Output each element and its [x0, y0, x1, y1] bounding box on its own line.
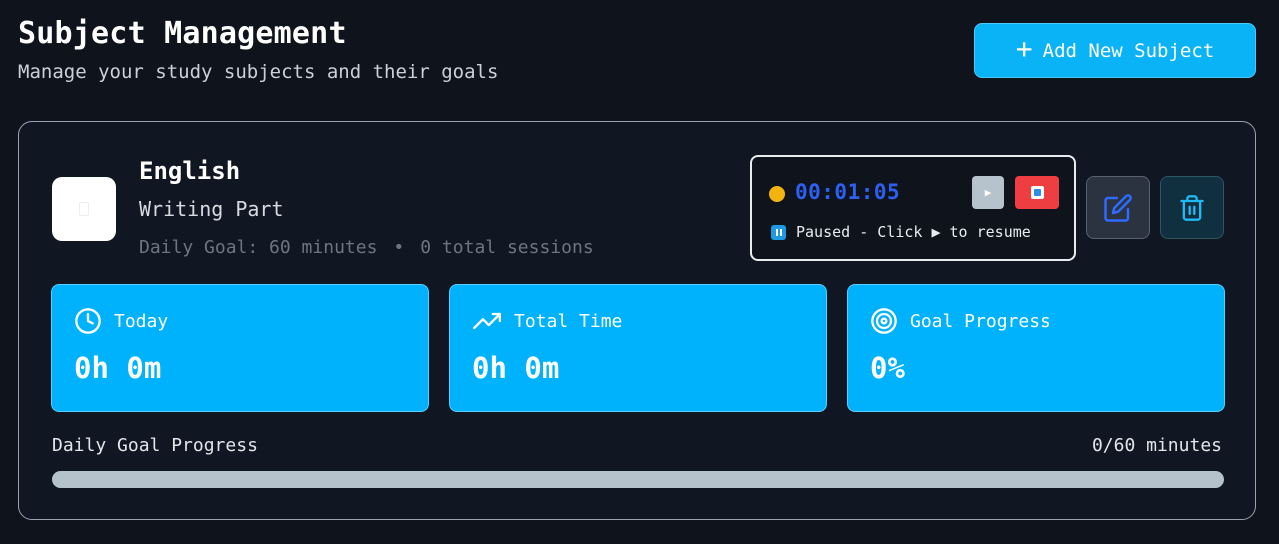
book-icon	[79, 202, 89, 216]
stat-card-goal-progress: Goal Progress 0%	[847, 284, 1225, 412]
subject-name: English	[139, 157, 241, 185]
pause-icon	[771, 224, 786, 240]
daily-goal-progress-bar	[52, 471, 1224, 488]
play-icon: ▶	[984, 186, 992, 199]
subject-icon	[52, 177, 116, 241]
timer-stop-button[interactable]	[1015, 176, 1059, 209]
add-new-subject-label: Add New Subject	[1042, 39, 1215, 62]
clock-icon	[75, 308, 101, 334]
edit-subject-button[interactable]	[1086, 176, 1150, 239]
stat-value-goal-progress: 0%	[870, 351, 905, 385]
daily-goal-progress-count: 0/60 minutes	[1091, 435, 1222, 456]
daily-goal-progress-label: Daily Goal Progress	[52, 435, 258, 456]
subject-management-page: Subject Management Manage your study sub…	[0, 0, 1279, 544]
plus-icon: +	[1015, 32, 1033, 65]
stop-icon	[1030, 186, 1044, 199]
timer-status-text: Paused - Click ▶ to resume	[796, 223, 1031, 241]
stat-value-total-time: 0h 0m	[472, 351, 560, 385]
stat-card-today: Today 0h 0m	[51, 284, 429, 412]
meta-separator: •	[393, 237, 405, 258]
daily-goal-text: Daily Goal: 60 minutes	[139, 237, 378, 258]
page-subtitle: Manage your study subjects and their goa…	[18, 61, 499, 83]
add-new-subject-button[interactable]: + Add New Subject	[974, 23, 1256, 78]
target-icon	[871, 308, 897, 334]
subject-meta: Daily Goal: 60 minutes • 0 total session…	[139, 237, 594, 258]
subject-description: Writing Part	[139, 197, 284, 221]
sessions-count-text: 0 total sessions	[420, 237, 594, 258]
timer-widget: 00:01:05 ▶ Paused - Click ▶ to resume	[750, 155, 1076, 261]
stat-value-today: 0h 0m	[74, 351, 162, 385]
stat-label-today: Today	[114, 310, 169, 332]
stat-label-total-time: Total Time	[514, 310, 623, 332]
page-title: Subject Management	[18, 16, 347, 51]
edit-icon	[1104, 193, 1132, 222]
timer-status: Paused - Click ▶ to resume	[771, 223, 1031, 241]
timer-status-dot	[769, 186, 785, 202]
stat-card-total-time: Total Time 0h 0m	[449, 284, 827, 412]
subject-card: English Writing Part Daily Goal: 60 minu…	[18, 121, 1256, 520]
stat-label-goal-progress: Goal Progress	[910, 310, 1051, 332]
timer-play-button[interactable]: ▶	[972, 176, 1004, 209]
trash-icon	[1180, 194, 1204, 221]
trending-up-icon	[473, 312, 501, 330]
timer-display: 00:01:05	[795, 180, 901, 204]
delete-subject-button[interactable]	[1160, 176, 1224, 239]
